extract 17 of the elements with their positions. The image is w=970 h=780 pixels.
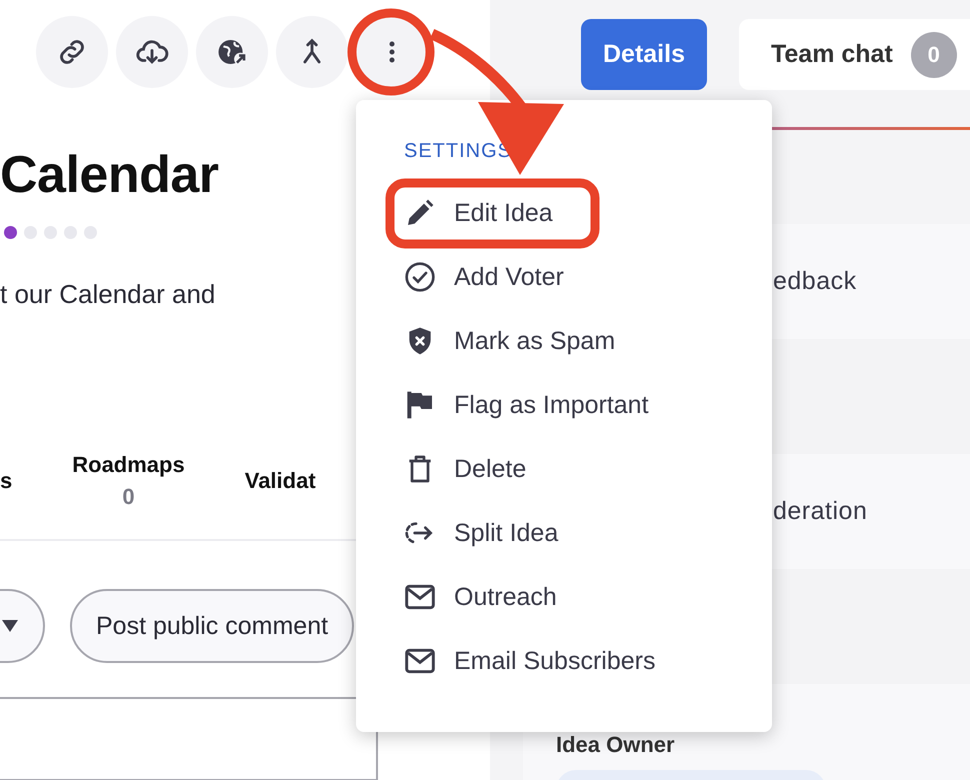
idea-description: t our Calendar and bbox=[0, 278, 216, 311]
post-comment-button[interactable]: Post public comment bbox=[70, 589, 354, 663]
stat-label: s bbox=[0, 468, 12, 494]
stat-label: Roadmaps bbox=[72, 452, 185, 478]
menu-item[interactable]: Outreach bbox=[454, 582, 557, 612]
check-circle-icon bbox=[404, 261, 436, 293]
tab[interactable]: Details bbox=[581, 19, 707, 90]
stat-value: 0 bbox=[122, 484, 135, 510]
tab[interactable]: Team chat 0 bbox=[738, 19, 970, 90]
count-badge: 0 bbox=[910, 32, 957, 78]
section-heading: Idea Owner bbox=[556, 732, 676, 758]
more-icon bbox=[388, 40, 396, 64]
idea-title: Calendar bbox=[0, 145, 219, 206]
menu-item[interactable]: Email Subscribers bbox=[454, 646, 656, 676]
caret-icon bbox=[1, 619, 19, 633]
menu-item[interactable]: Flag as Important bbox=[454, 390, 649, 420]
stat-label: Validat bbox=[244, 468, 316, 494]
